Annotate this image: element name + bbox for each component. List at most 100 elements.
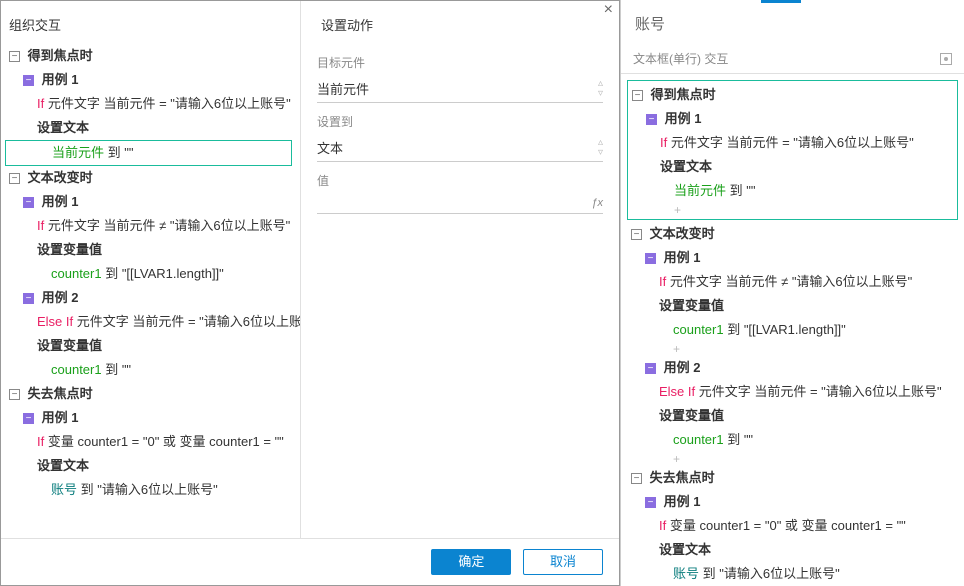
action-set-text[interactable]: 设置文本 bbox=[628, 155, 957, 179]
action-set-variable[interactable]: 设置变量值 bbox=[5, 334, 296, 358]
collapse-icon[interactable]: − bbox=[23, 197, 34, 208]
case-1[interactable]: − 用例 1 bbox=[5, 406, 296, 430]
action-set-text[interactable]: 设置文本 bbox=[5, 454, 296, 478]
target-name: counter1 bbox=[51, 266, 102, 281]
target-value: 到 "" bbox=[104, 145, 133, 160]
add-action[interactable]: + bbox=[627, 452, 958, 466]
pane-title-left: 组织交互 bbox=[5, 9, 296, 44]
collapse-icon[interactable]: − bbox=[631, 473, 642, 484]
target-label: 目标元件 bbox=[317, 54, 603, 71]
action-detail[interactable]: 账号 到 "请输入6位以上账号" bbox=[627, 562, 958, 586]
case-2[interactable]: − 用例 2 bbox=[5, 286, 296, 310]
interactions-tree: − 得到焦点时 − 用例 1 If 元件文字 当前元件 = "请输入6位以上账号… bbox=[621, 74, 964, 586]
case-label: 用例 1 bbox=[42, 410, 79, 425]
condition-row[interactable]: If 变量 counter1 = "0" 或 变量 counter1 = "" bbox=[5, 430, 296, 454]
action-detail[interactable]: counter1 到 "" bbox=[5, 358, 296, 382]
collapse-icon[interactable]: − bbox=[632, 90, 643, 101]
event-label: 文本改变时 bbox=[650, 226, 715, 241]
widget-type-label: 文本框(单行) 交互 bbox=[633, 50, 728, 67]
setto-select[interactable]: 文本 ▵▿ bbox=[317, 134, 603, 162]
action-detail[interactable]: counter1 到 "[[LVAR1.length]]" bbox=[5, 262, 296, 286]
event-text-change[interactable]: − 文本改变时 bbox=[5, 166, 296, 190]
event-text-change[interactable]: − 文本改变时 bbox=[627, 222, 958, 246]
fx-icon[interactable]: ƒx bbox=[591, 197, 603, 209]
condition-text: 元件文字 当前元件 = "请输入6位以上账号" bbox=[44, 96, 291, 111]
case-1[interactable]: − 用例 1 bbox=[5, 68, 296, 92]
updown-icon: ▵▿ bbox=[598, 138, 603, 158]
case-2[interactable]: − 用例 2 bbox=[627, 356, 958, 380]
action-set-variable[interactable]: 设置变量值 bbox=[627, 404, 958, 428]
condition-text: 元件文字 当前元件 ≠ "请输入6位以上账号" bbox=[44, 218, 290, 233]
collapse-icon[interactable]: − bbox=[645, 363, 656, 374]
create-interaction-icon[interactable] bbox=[940, 53, 952, 65]
collapse-icon[interactable]: − bbox=[9, 389, 20, 400]
event-label: 失去焦点时 bbox=[650, 470, 715, 485]
collapse-icon[interactable]: − bbox=[645, 497, 656, 508]
condition-row[interactable]: If 变量 counter1 = "0" 或 变量 counter1 = "" bbox=[627, 514, 958, 538]
case-label: 用例 2 bbox=[42, 290, 79, 305]
condition-row[interactable]: If 元件文字 当前元件 ≠ "请输入6位以上账号" bbox=[627, 270, 958, 294]
target-name: 当前元件 bbox=[674, 183, 726, 198]
collapse-icon[interactable]: − bbox=[9, 173, 20, 184]
target-name: counter1 bbox=[51, 362, 102, 377]
case-label: 用例 1 bbox=[42, 72, 79, 87]
collapse-icon[interactable]: − bbox=[631, 229, 642, 240]
value-label: 值 bbox=[317, 172, 603, 189]
select-value: 当前元件 bbox=[317, 82, 369, 97]
condition-row[interactable]: If 元件文字 当前元件 ≠ "请输入6位以上账号" bbox=[5, 214, 296, 238]
collapse-icon[interactable]: − bbox=[9, 51, 20, 62]
condition-text: 元件文字 当前元件 = "请输入6位以上账号" bbox=[695, 384, 942, 399]
condition-text: 元件文字 当前元件 ≠ "请输入6位以上账号" bbox=[666, 274, 912, 289]
event-got-focus[interactable]: − 得到焦点时 bbox=[628, 83, 957, 107]
pane-title-right: 设置动作 bbox=[317, 9, 603, 44]
event-label: 文本改变时 bbox=[28, 170, 93, 185]
collapse-icon[interactable]: − bbox=[646, 114, 657, 125]
event-lost-focus[interactable]: − 失去焦点时 bbox=[5, 382, 296, 406]
setto-label: 设置到 bbox=[317, 113, 603, 130]
collapse-icon[interactable]: − bbox=[23, 413, 34, 424]
add-action[interactable]: + bbox=[627, 342, 958, 356]
event-label: 失去焦点时 bbox=[28, 386, 93, 401]
action-detail[interactable]: 账号 到 "请输入6位以上账号" bbox=[5, 478, 296, 502]
collapse-icon[interactable]: − bbox=[645, 253, 656, 264]
case-1[interactable]: − 用例 1 bbox=[627, 490, 958, 514]
event-got-focus[interactable]: − 得到焦点时 bbox=[5, 44, 296, 68]
action-detail-selected[interactable]: 当前元件 到 "" bbox=[5, 140, 292, 166]
widget-name: 账号 bbox=[621, 3, 964, 44]
case-1[interactable]: − 用例 1 bbox=[5, 190, 296, 214]
condition-row[interactable]: If 元件文字 当前元件 = "请输入6位以上账号" bbox=[5, 92, 296, 116]
event-lost-focus[interactable]: − 失去焦点时 bbox=[627, 466, 958, 490]
action-detail[interactable]: counter1 到 "[[LVAR1.length]]" bbox=[627, 318, 958, 342]
ok-button[interactable]: 确定 bbox=[431, 549, 511, 575]
target-value: 到 "" bbox=[726, 183, 755, 198]
select-value: 文本 bbox=[317, 141, 343, 156]
action-set-variable[interactable]: 设置变量值 bbox=[5, 238, 296, 262]
action-detail[interactable]: 当前元件 到 "" bbox=[628, 179, 957, 203]
case-1[interactable]: − 用例 1 bbox=[627, 246, 958, 270]
condition-row[interactable]: If 元件文字 当前元件 = "请输入6位以上账号" bbox=[628, 131, 957, 155]
action-detail[interactable]: counter1 到 "" bbox=[627, 428, 958, 452]
condition-row[interactable]: Else If 元件文字 当前元件 = "请输入6位以上账号" bbox=[627, 380, 958, 404]
target-select[interactable]: 当前元件 ▵▿ bbox=[317, 75, 603, 103]
action-set-text[interactable]: 设置文本 bbox=[627, 538, 958, 562]
collapse-icon[interactable]: − bbox=[23, 293, 34, 304]
target-name: 当前元件 bbox=[52, 145, 104, 160]
target-name: 账号 bbox=[673, 566, 699, 581]
value-input[interactable]: ƒx bbox=[317, 193, 603, 214]
collapse-icon[interactable]: − bbox=[23, 75, 34, 86]
case-1[interactable]: − 用例 1 bbox=[628, 107, 957, 131]
highlighted-event-block: − 得到焦点时 − 用例 1 If 元件文字 当前元件 = "请输入6位以上账号… bbox=[627, 80, 958, 220]
target-value: 到 "[[LVAR1.length]]" bbox=[724, 322, 846, 337]
close-icon[interactable]: × bbox=[604, 1, 613, 19]
elseif-keyword: Else If bbox=[37, 314, 73, 329]
condition-row[interactable]: Else If 元件文字 当前元件 = "请输入6位以上账号" bbox=[5, 310, 296, 334]
add-action[interactable]: + bbox=[628, 203, 957, 217]
cancel-button[interactable]: 取消 bbox=[523, 549, 603, 575]
target-value: 到 "请输入6位以上账号" bbox=[77, 482, 218, 497]
updown-icon: ▵▿ bbox=[598, 79, 603, 99]
action-set-variable[interactable]: 设置变量值 bbox=[627, 294, 958, 318]
action-set-text[interactable]: 设置文本 bbox=[5, 116, 296, 140]
event-label: 得到焦点时 bbox=[651, 87, 716, 102]
target-name: counter1 bbox=[673, 432, 724, 447]
target-name: 账号 bbox=[51, 482, 77, 497]
